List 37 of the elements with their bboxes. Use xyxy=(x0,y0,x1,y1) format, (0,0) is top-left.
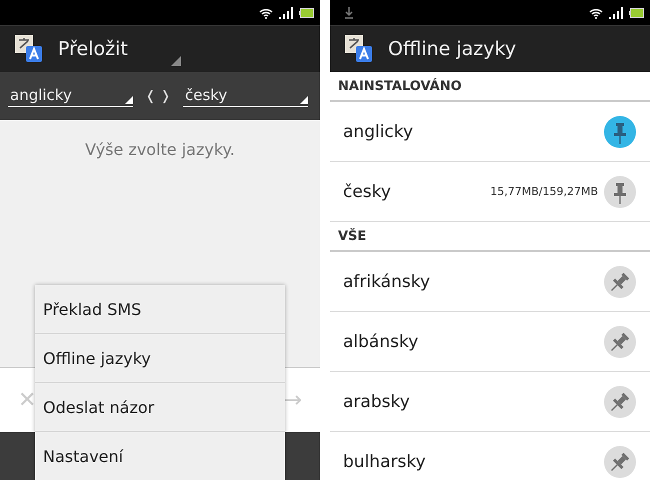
section-header: NAINSTALOVÁNO xyxy=(330,72,650,102)
language-name[interactable]: afrikánsky xyxy=(343,272,604,292)
wifi-icon xyxy=(259,6,273,18)
translate-logo-icon[interactable] xyxy=(14,34,44,64)
dropdown-corner-icon xyxy=(125,96,134,104)
signal-icon xyxy=(279,6,293,18)
language-name[interactable]: arabsky xyxy=(343,392,604,412)
section-header: VŠE xyxy=(330,222,650,252)
dropdown-corner-icon xyxy=(171,56,181,66)
dropdown-corner-icon xyxy=(300,96,308,104)
screen-title: Offline jazyky xyxy=(388,38,516,60)
language-name[interactable]: anglicky xyxy=(343,122,604,142)
menu-item[interactable]: Odeslat názor xyxy=(35,383,285,432)
menu-item[interactable]: Offline jazyky xyxy=(35,334,285,383)
pin-button-icon[interactable] xyxy=(604,326,636,358)
target-language-dropdown[interactable]: česky xyxy=(182,86,308,106)
hint-text: Výše zvolte jazyky. xyxy=(84,140,236,159)
battery-icon xyxy=(299,6,314,18)
pin-button-icon[interactable] xyxy=(604,446,636,478)
language-name[interactable]: albánsky xyxy=(343,332,604,352)
pin-button-icon[interactable] xyxy=(604,386,636,418)
pin-button-icon[interactable] xyxy=(604,266,636,298)
download-size: 15,77MB/159,27MB xyxy=(490,185,598,198)
pin-button-icon[interactable] xyxy=(604,176,636,208)
language-name[interactable]: bulharsky xyxy=(343,452,604,472)
download-icon xyxy=(344,6,354,18)
pin-button-icon[interactable] xyxy=(604,116,636,148)
wifi-icon xyxy=(589,6,603,18)
menu-item[interactable]: Nastavení xyxy=(35,432,285,480)
menu-item[interactable]: Překlad SMS xyxy=(35,285,285,334)
language-name[interactable]: česky xyxy=(343,182,490,202)
app-title-dropdown[interactable]: Přeložit xyxy=(58,38,128,60)
swap-languages-button[interactable]: ❬ ❭ xyxy=(139,88,177,104)
translate-logo-icon[interactable] xyxy=(344,34,374,64)
signal-icon xyxy=(609,6,623,18)
source-language-dropdown[interactable]: anglicky xyxy=(8,86,134,106)
battery-icon xyxy=(629,6,644,18)
